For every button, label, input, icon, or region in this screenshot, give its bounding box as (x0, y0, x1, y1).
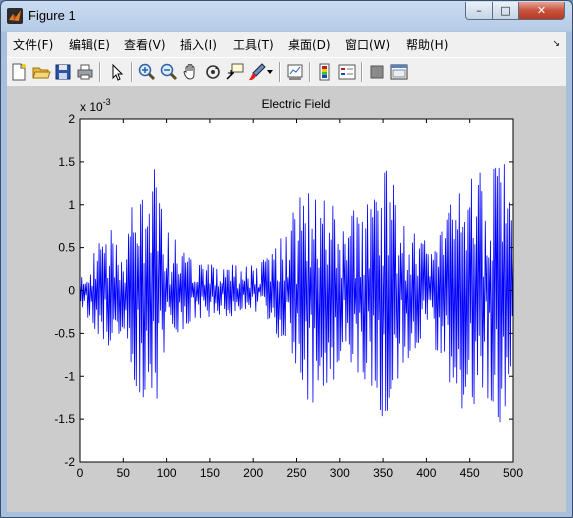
save-icon[interactable] (53, 62, 73, 82)
matlab-icon (7, 8, 23, 24)
chart-title: Electric Field (262, 97, 331, 111)
pointer-arrow-icon[interactable] (107, 62, 127, 82)
toolbar-separator (131, 62, 133, 82)
minimize-button[interactable]: – (465, 2, 493, 20)
y-tick-label: -1 (64, 369, 75, 383)
toolbar-separator (99, 62, 101, 82)
maximize-icon: □ (500, 4, 511, 17)
menu-desktop[interactable]: 桌面(D) (288, 36, 331, 53)
insert-legend-icon[interactable] (337, 62, 357, 82)
data-cursor-icon[interactable] (225, 62, 245, 82)
menu-bar: 文件(F) 编辑(E) 查看(V) 插入(I) 工具(T) 桌面(D) 窗口(W… (7, 32, 566, 56)
menu-insert[interactable]: 插入(I) (180, 36, 217, 53)
x-tick-label: 400 (416, 466, 436, 480)
y-tick-label: 1 (68, 198, 75, 212)
print-icon[interactable] (75, 62, 95, 82)
x-tick-label: 500 (503, 466, 523, 480)
y-tick-label: 1.5 (58, 155, 75, 169)
link-plot-icon[interactable] (285, 62, 305, 82)
toolbar-separator (309, 62, 311, 82)
menu-edit[interactable]: 编辑(E) (69, 36, 110, 53)
y-exponent-base: x 10 (80, 100, 103, 114)
x-tick-label: 50 (117, 466, 131, 480)
show-plot-tools-icon[interactable] (389, 62, 409, 82)
electric-field-plot[interactable]: 0 50 100 150 200 250 300 350 400 450 500 2 1.5 1 0.5 0… (7, 86, 566, 512)
pan-hand-icon[interactable] (181, 62, 201, 82)
menu-overflow-icon[interactable]: ↘ (552, 39, 560, 49)
menu-view[interactable]: 查看(V) (124, 36, 166, 53)
open-file-icon[interactable] (31, 62, 51, 82)
menu-tools[interactable]: 工具(T) (233, 36, 274, 53)
x-tick-label: 150 (200, 466, 220, 480)
y-tick-label: -1.5 (54, 412, 75, 426)
client-area: 文件(F) 编辑(E) 查看(V) 插入(I) 工具(T) 桌面(D) 窗口(W… (7, 32, 566, 512)
toolbar-separator (279, 62, 281, 82)
y-tick-label: -2 (64, 455, 75, 469)
x-tick-label: 0 (77, 466, 84, 480)
close-button[interactable]: ✕ (518, 2, 565, 20)
figure-canvas: 0 50 100 150 200 250 300 350 400 450 500 2 1.5 1 0.5 0… (7, 86, 566, 512)
y-exponent-power: -3 (103, 97, 111, 107)
menu-file[interactable]: 文件(F) (13, 36, 53, 53)
x-tick-label: 200 (243, 466, 263, 480)
y-tick-label: -0.5 (54, 326, 75, 340)
y-tick-label: 0.5 (58, 241, 75, 255)
y-tick-label: 2 (68, 112, 75, 126)
figure-toolbar (7, 57, 566, 87)
menu-window[interactable]: 窗口(W) (345, 36, 390, 53)
x-tick-label: 350 (373, 466, 393, 480)
hide-plot-tools-icon[interactable] (367, 62, 387, 82)
brush-icon[interactable] (247, 62, 267, 82)
maximize-button[interactable]: □ (492, 2, 519, 20)
close-icon: ✕ (536, 4, 547, 17)
zoom-out-icon[interactable] (159, 62, 179, 82)
x-tick-label: 100 (157, 466, 177, 480)
minimize-icon: – (476, 4, 482, 17)
brush-menu-chevron-down-icon[interactable] (265, 62, 275, 82)
menu-help[interactable]: 帮助(H) (406, 36, 448, 53)
insert-colorbar-icon[interactable] (315, 62, 335, 82)
rotate-3d-icon[interactable] (203, 62, 223, 82)
title-bar[interactable]: Figure 1 – □ ✕ (1, 1, 572, 32)
x-tick-label: 450 (460, 466, 480, 480)
new-figure-icon[interactable] (9, 62, 29, 82)
figure-window: Figure 1 – □ ✕ 文件(F) 编辑(E) 查看(V) 插入(I) 工… (0, 0, 573, 518)
x-tick-label: 300 (330, 466, 350, 480)
y-tick-label: 0 (68, 284, 75, 298)
y-exponent-label: x 10-3 (80, 97, 111, 114)
x-tick-label: 250 (286, 466, 306, 480)
zoom-in-icon[interactable] (137, 62, 157, 82)
window-title: Figure 1 (28, 8, 76, 23)
toolbar-separator (361, 62, 363, 82)
